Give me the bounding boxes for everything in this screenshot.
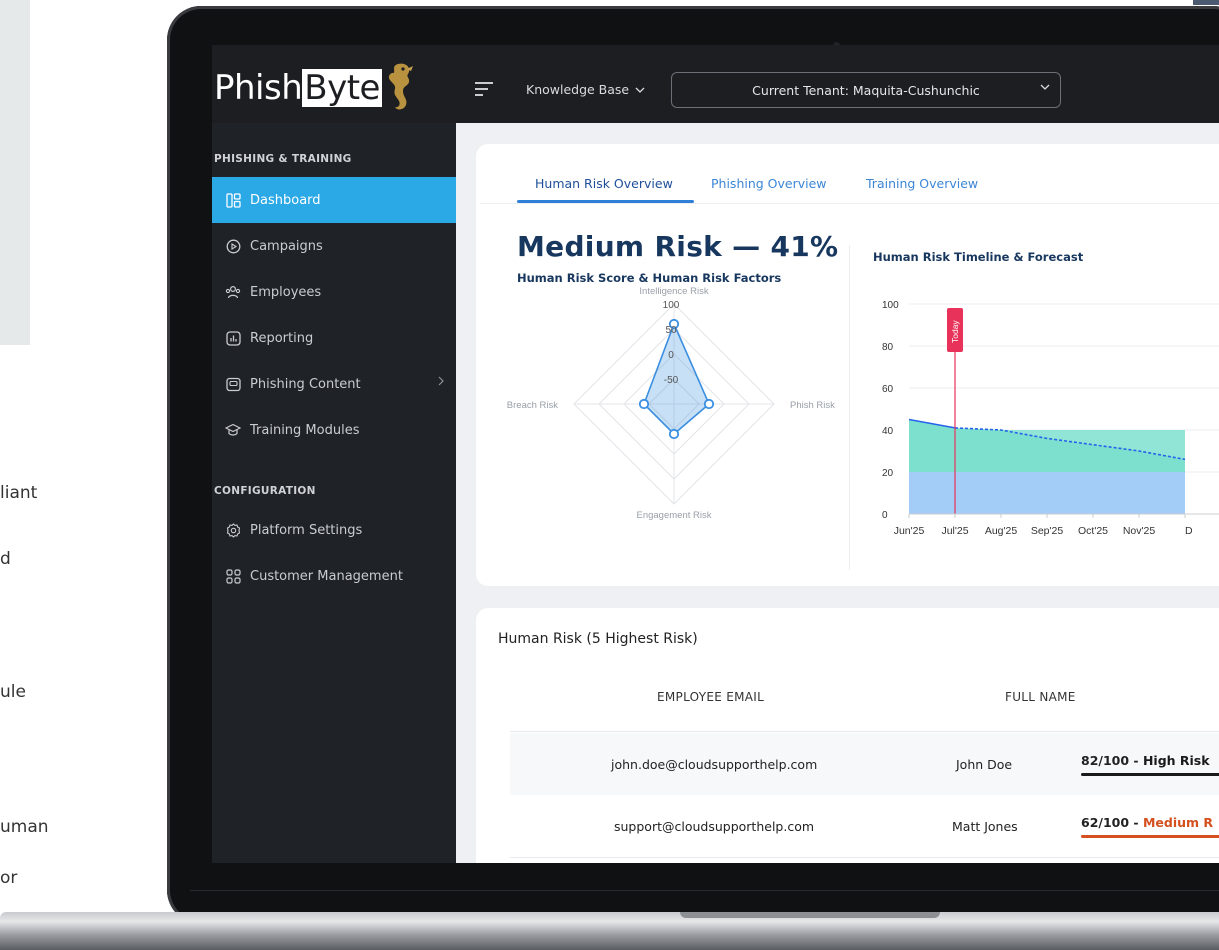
employee-email: support@cloudsupporthelp.com xyxy=(614,819,815,834)
timeline-x-tick-label: Jun'25 xyxy=(894,525,925,537)
table-header: EMPLOYEE EMAIL FULL NAME xyxy=(510,663,1219,732)
radar-tick-label: 100 xyxy=(663,300,680,311)
radar-axis-label: Breach Risk xyxy=(507,400,558,411)
timeline-x-tick-label: Aug'25 xyxy=(985,525,1018,537)
radar-chart: 100 50 0 -50 Intelligence Risk Phish Risk Enga… xyxy=(507,286,835,521)
risk-table-title: Human Risk (5 Highest Risk) xyxy=(498,631,698,647)
background-panel xyxy=(0,0,30,345)
radar-tick-label: 0 xyxy=(668,350,674,361)
timeline-y-tick-label: 80 xyxy=(882,342,894,353)
risk-score: 62/100 - Medium R xyxy=(1081,815,1213,830)
timeline-x-tick-label: Jul'25 xyxy=(941,525,968,537)
laptop-base xyxy=(0,912,1219,950)
background-text-fragment: ule xyxy=(0,682,26,702)
corner-accent xyxy=(1193,0,1219,5)
column-header-email[interactable]: EMPLOYEE EMAIL xyxy=(657,690,764,704)
radar-axis-label: Intelligence Risk xyxy=(639,286,708,297)
risk-score-bar xyxy=(1081,773,1219,776)
timeline-y-tick-label: 60 xyxy=(882,384,894,395)
today-marker-label: Today xyxy=(950,320,960,343)
table-row[interactable]: john.doe@cloudsupporthelp.com John Doe 8… xyxy=(510,733,1219,796)
employee-name: John Doe xyxy=(956,757,1013,772)
table-row[interactable]: support@cloudsupporthelp.com Matt Jones … xyxy=(510,795,1219,858)
risk-score-value: 82/100 - xyxy=(1081,753,1143,768)
radar-tick-label: -50 xyxy=(664,375,679,386)
timeline-title: Human Risk Timeline & Forecast xyxy=(873,250,1084,264)
laptop-hinge-notch xyxy=(680,912,940,918)
timeline-x-tick-label: Nov'25 xyxy=(1123,525,1156,537)
risk-score-level: High Risk xyxy=(1142,753,1210,768)
risk-score-level: Medium R xyxy=(1142,815,1214,830)
employee-name: Matt Jones xyxy=(952,819,1018,834)
employee-email: john.doe@cloudsupporthelp.com xyxy=(611,757,818,772)
timeline-lower-area xyxy=(909,472,1185,514)
radar-point xyxy=(668,428,680,440)
timeline-chart: 0 20 40 60 80 100 Today Jun'25 Jul'25 Aug'25 Sep'2… xyxy=(882,300,1219,537)
timeline-x-tick-label: D xyxy=(1185,525,1193,537)
risk-score-value: 62/100 - xyxy=(1081,815,1143,830)
risk-score: 82/100 - High Risk xyxy=(1081,753,1210,768)
radar-tick-label: 50 xyxy=(665,325,677,336)
card-divider xyxy=(849,245,850,570)
laptop-chin xyxy=(190,890,1219,891)
background-text-fragment: liant xyxy=(0,483,38,503)
timeline-y-tick-label: 100 xyxy=(882,300,899,311)
radar-point xyxy=(638,398,650,410)
column-header-full-name[interactable]: FULL NAME xyxy=(1005,690,1076,704)
radar-point xyxy=(703,398,715,410)
background-text-fragment: or xyxy=(0,868,18,888)
timeline-x-tick-label: Oct'25 xyxy=(1078,525,1108,537)
background-text-fragment: d xyxy=(0,549,11,569)
radar-axis-label: Phish Risk xyxy=(790,400,835,411)
radar-axis-label: Engagement Risk xyxy=(637,510,712,521)
timeline-y-tick-label: 40 xyxy=(882,426,894,437)
laptop-screen: Phish Byte Knowledge Base Current Tenant… xyxy=(212,45,1219,863)
timeline-y-tick-label: 0 xyxy=(882,510,888,521)
timeline-y-tick-label: 20 xyxy=(882,468,894,479)
background-text-fragment: uman xyxy=(0,817,49,837)
risk-score-bar xyxy=(1081,835,1219,838)
timeline-x-tick-label: Sep'25 xyxy=(1031,525,1064,537)
